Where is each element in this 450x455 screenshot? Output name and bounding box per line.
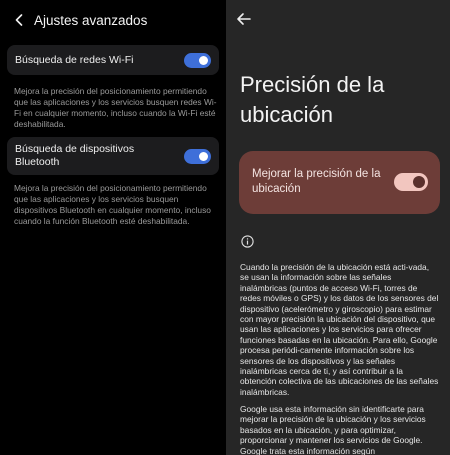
back-arrow-icon[interactable] [236,11,252,27]
improve-accuracy-toggle[interactable] [394,173,428,191]
left-header: Ajustes avanzados [12,10,147,30]
page-title: Precisión de la ubicación [240,72,385,127]
bluetooth-scan-setting[interactable]: Búsqueda de dispositivos Bluetooth [7,137,219,175]
wifi-scan-label: Búsqueda de redes Wi-Fi [15,54,134,66]
wifi-scan-toggle[interactable] [184,53,211,68]
bluetooth-scan-description: Mejora la precisión del posicionamiento … [14,183,211,226]
improve-accuracy-setting[interactable]: Mejorar la precisión de la ubicación [239,151,440,214]
back-chevron-icon[interactable] [12,11,26,29]
wifi-scan-description: Mejora la precisión del posicionamiento … [14,86,217,129]
info-icon [241,235,254,248]
improve-accuracy-label: Mejorar la precisión de la ubicación [252,168,381,195]
toggle-knob [199,152,208,161]
toggle-knob [199,56,208,65]
wifi-scan-setting[interactable]: Búsqueda de redes Wi-Fi [7,45,219,75]
location-accuracy-panel: Precisión de la ubicación Mejorar la pre… [226,0,450,455]
bluetooth-scan-label: Búsqueda de dispositivos Bluetooth [15,143,135,168]
google-usage-explanation: Google usa esta información sin identifi… [240,404,426,455]
advanced-settings-panel: Ajustes avanzados Búsqueda de redes Wi-F… [0,0,226,455]
page-title: Ajustes avanzados [34,12,148,28]
accuracy-explanation: Cuando la precisión de la ubicación está… [240,262,439,397]
toggle-knob [413,176,425,188]
bluetooth-scan-toggle[interactable] [184,149,211,164]
